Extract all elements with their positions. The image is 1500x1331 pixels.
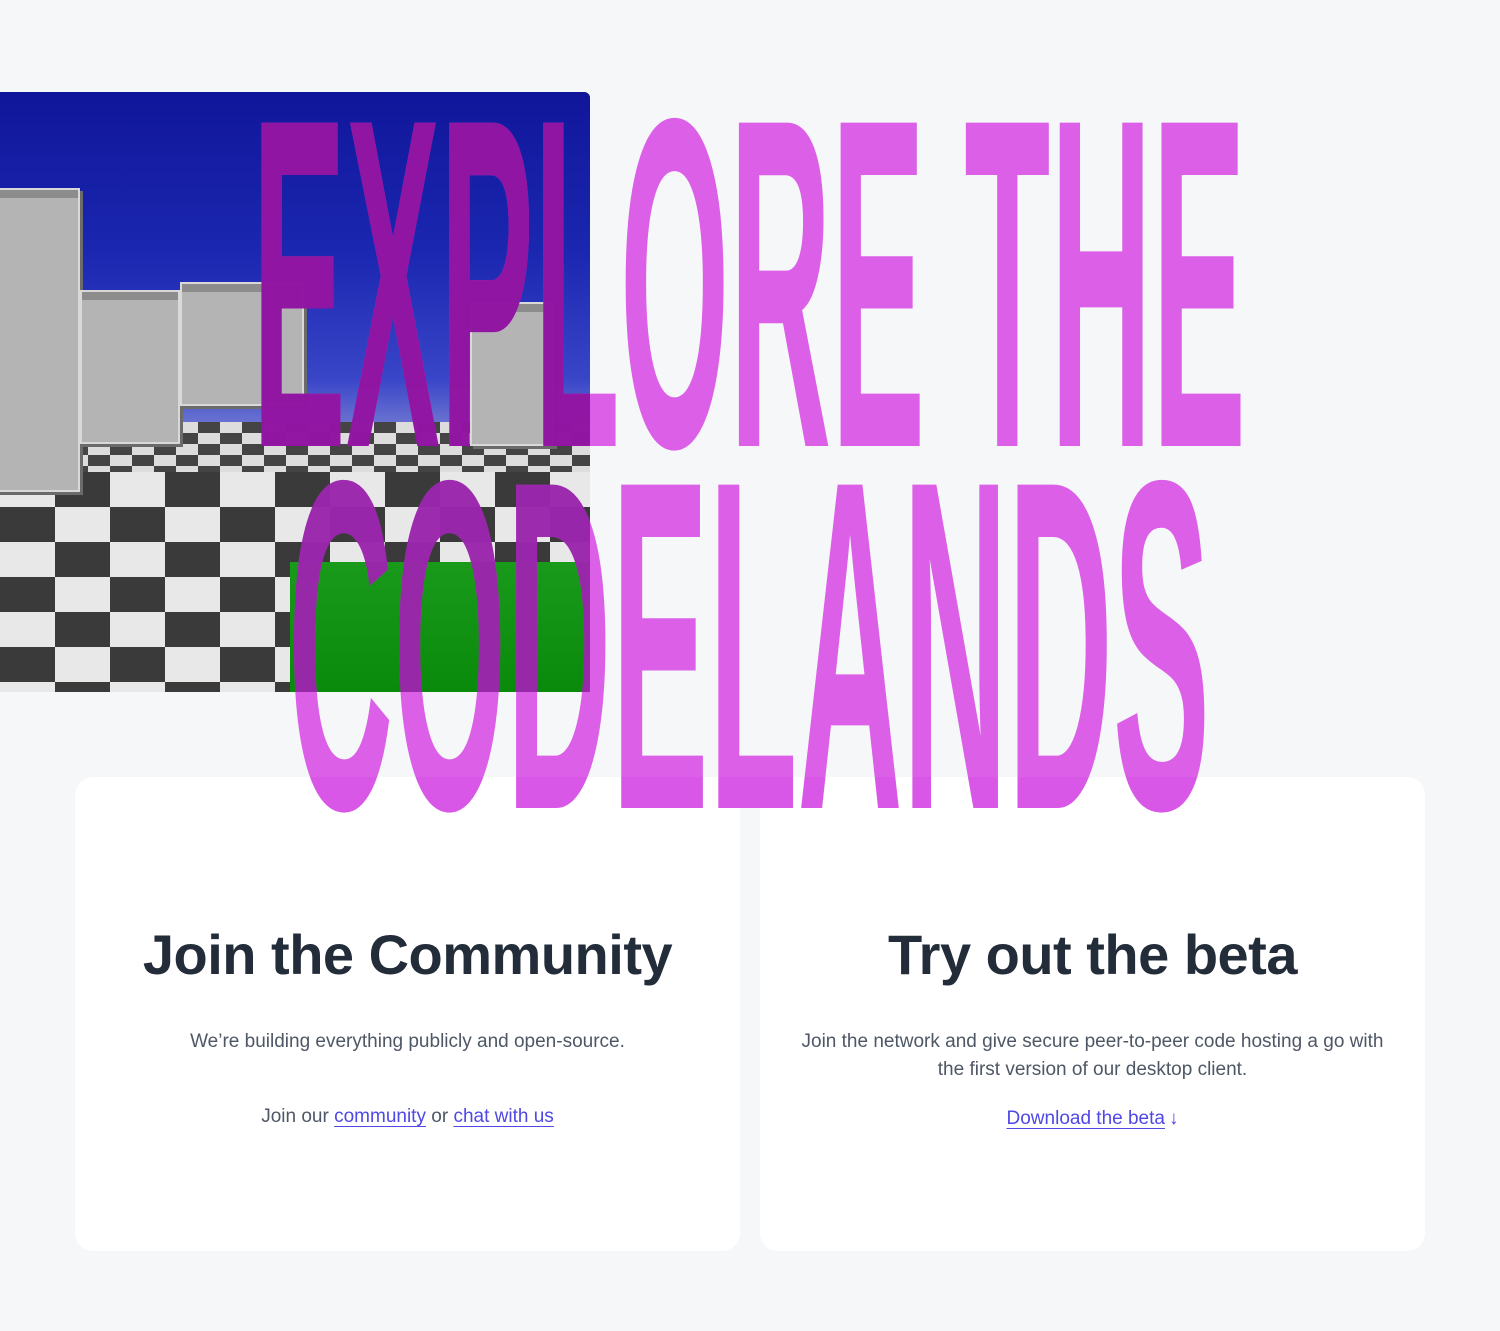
download-beta-link[interactable]: Download the beta (1007, 1108, 1165, 1129)
hero-window-left (0, 188, 80, 492)
hero-window-mid (80, 290, 180, 444)
hero-window-right (470, 302, 554, 446)
community-card: Join the Community We’re building everyt… (75, 777, 740, 1251)
beta-description: Join the network and give secure peer-to… (801, 1031, 1384, 1080)
page: EXPLORE THE CODELANDS EXPLORE THE CODELA… (0, 0, 1500, 1331)
beta-card: Try out the beta Join the network and gi… (760, 777, 1425, 1251)
arrow-down-icon[interactable]: ↓ (1169, 1108, 1179, 1129)
hero-window-center (180, 282, 304, 406)
hero-green-block (290, 562, 590, 692)
community-or: or (431, 1106, 449, 1127)
community-description: We’re building everything publicly and o… (190, 1031, 625, 1052)
community-join-prefix: Join our (261, 1106, 329, 1127)
beta-links: Download the beta ↓ (790, 1105, 1395, 1133)
community-title: Join the Community (142, 923, 673, 986)
beta-title: Try out the beta (888, 923, 1297, 986)
chat-link[interactable]: chat with us (453, 1106, 553, 1127)
hero-image (0, 92, 590, 692)
community-links: Join our community or chat with us (105, 1103, 710, 1131)
community-link[interactable]: community (334, 1106, 426, 1127)
